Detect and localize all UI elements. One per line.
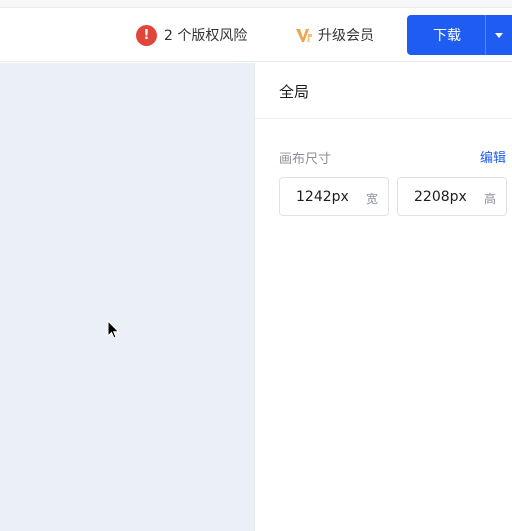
- canvas-size-label: 画布尺寸: [279, 152, 332, 167]
- canvas-height-unit: 高: [483, 192, 496, 206]
- upgrade-vip-button[interactable]: 升级会员: [295, 24, 374, 46]
- canvas-width-value: 1242px: [296, 189, 349, 205]
- copyright-risk-label: 2 个版权风险: [164, 28, 248, 44]
- edit-canvas-size-link[interactable]: 编辑: [480, 147, 506, 166]
- panel-divider: [255, 118, 512, 119]
- copyright-risk-button[interactable]: ! 2 个版权风险: [136, 24, 247, 46]
- canvas-height-field[interactable]: 2208px 高: [397, 177, 507, 216]
- vip-icon: [296, 29, 312, 42]
- top-strip: [0, 0, 512, 8]
- upgrade-vip-label: 升级会员: [318, 28, 374, 44]
- top-toolbar: ! 2 个版权风险 升级会员 下载: [0, 0, 512, 62]
- properties-panel: 全局 画布尺寸 编辑 1242px 宽 2208px 高: [254, 63, 512, 531]
- download-button[interactable]: 下载: [407, 15, 487, 55]
- exclamation-icon: !: [136, 24, 157, 46]
- download-dropdown-button[interactable]: [485, 15, 512, 55]
- mouse-cursor-icon: [107, 320, 120, 339]
- canvas-width-unit: 宽: [365, 192, 378, 206]
- caret-down-icon: [495, 32, 503, 38]
- panel-title: 全局: [279, 83, 310, 101]
- canvas-width-field[interactable]: 1242px 宽: [279, 177, 389, 216]
- canvas-height-value: 2208px: [414, 189, 467, 205]
- design-canvas[interactable]: [0, 63, 254, 531]
